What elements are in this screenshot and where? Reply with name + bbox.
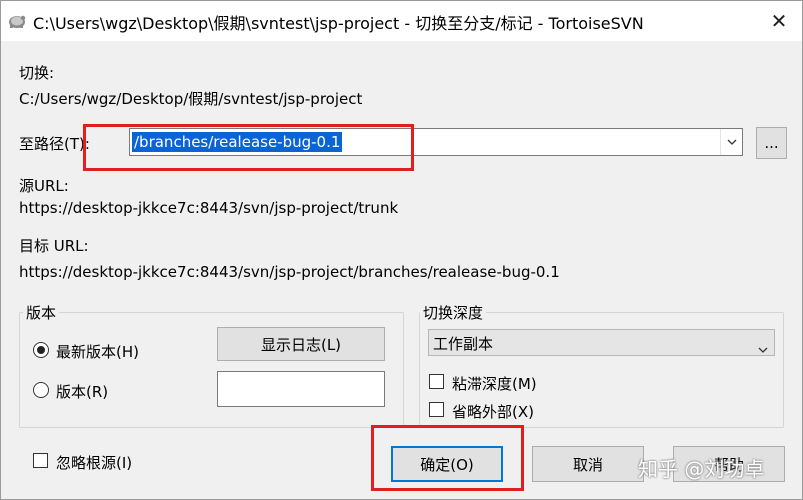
switch-label: 切换:	[19, 64, 55, 82]
to-path-label: 至路径(T):	[19, 135, 90, 153]
revision-group-title: 版本	[23, 302, 60, 323]
source-url-value: https://desktop-jkkce7c:8443/svn/jsp-pro…	[19, 199, 399, 217]
sticky-depth-checkbox[interactable]	[429, 374, 444, 389]
to-path-combobox[interactable]: /branches/realease-bug-0.1	[129, 128, 743, 156]
switch-dialog: C:\Users\wgz\Desktop\假期\svntest\jsp-proj…	[0, 0, 803, 500]
omit-externals-checkbox[interactable]	[429, 402, 444, 417]
depth-group-title: 切换深度	[420, 302, 487, 323]
revision-label[interactable]: 版本(R)	[56, 381, 108, 402]
target-url-value: https://desktop-jkkce7c:8443/svn/jsp-pro…	[19, 263, 560, 281]
title-bar: C:\Users\wgz\Desktop\假期\svntest\jsp-proj…	[1, 1, 802, 41]
depth-select[interactable]: 工作副本	[428, 329, 775, 356]
revision-input[interactable]	[217, 371, 385, 407]
window-title: C:\Users\wgz\Desktop\假期\svntest\jsp-proj…	[33, 14, 644, 33]
browse-button[interactable]: ...	[756, 127, 787, 159]
working-copy-path: C:/Users/wgz/Desktop/假期/svntest/jsp-proj…	[19, 90, 363, 108]
tortoisesvn-app-icon	[9, 15, 26, 28]
head-revision-radio[interactable]	[33, 342, 49, 358]
ignore-ancestry-label[interactable]: 忽略根源(I)	[56, 452, 132, 473]
revision-radio[interactable]	[33, 382, 49, 398]
chevron-down-icon	[758, 339, 768, 357]
sticky-depth-label[interactable]: 粘滞深度(M)	[452, 373, 537, 394]
head-revision-label[interactable]: 最新版本(H)	[56, 341, 139, 362]
show-log-button[interactable]: 显示日志(L)	[217, 327, 385, 361]
close-icon[interactable]: ✕	[756, 1, 802, 41]
target-url-label: 目标 URL:	[19, 237, 89, 255]
chevron-down-icon[interactable]	[720, 129, 742, 155]
watermark-text: 知乎 @刘功卓	[638, 457, 765, 481]
to-path-value[interactable]: /branches/realease-bug-0.1	[132, 132, 343, 152]
depth-select-value: 工作副本	[433, 335, 494, 353]
source-url-label: 源URL:	[19, 177, 69, 195]
cancel-button[interactable]: 取消	[532, 446, 644, 482]
ignore-ancestry-checkbox[interactable]	[33, 453, 48, 468]
omit-externals-label[interactable]: 省略外部(X)	[452, 401, 534, 422]
ok-button[interactable]: 确定(O)	[391, 446, 503, 482]
